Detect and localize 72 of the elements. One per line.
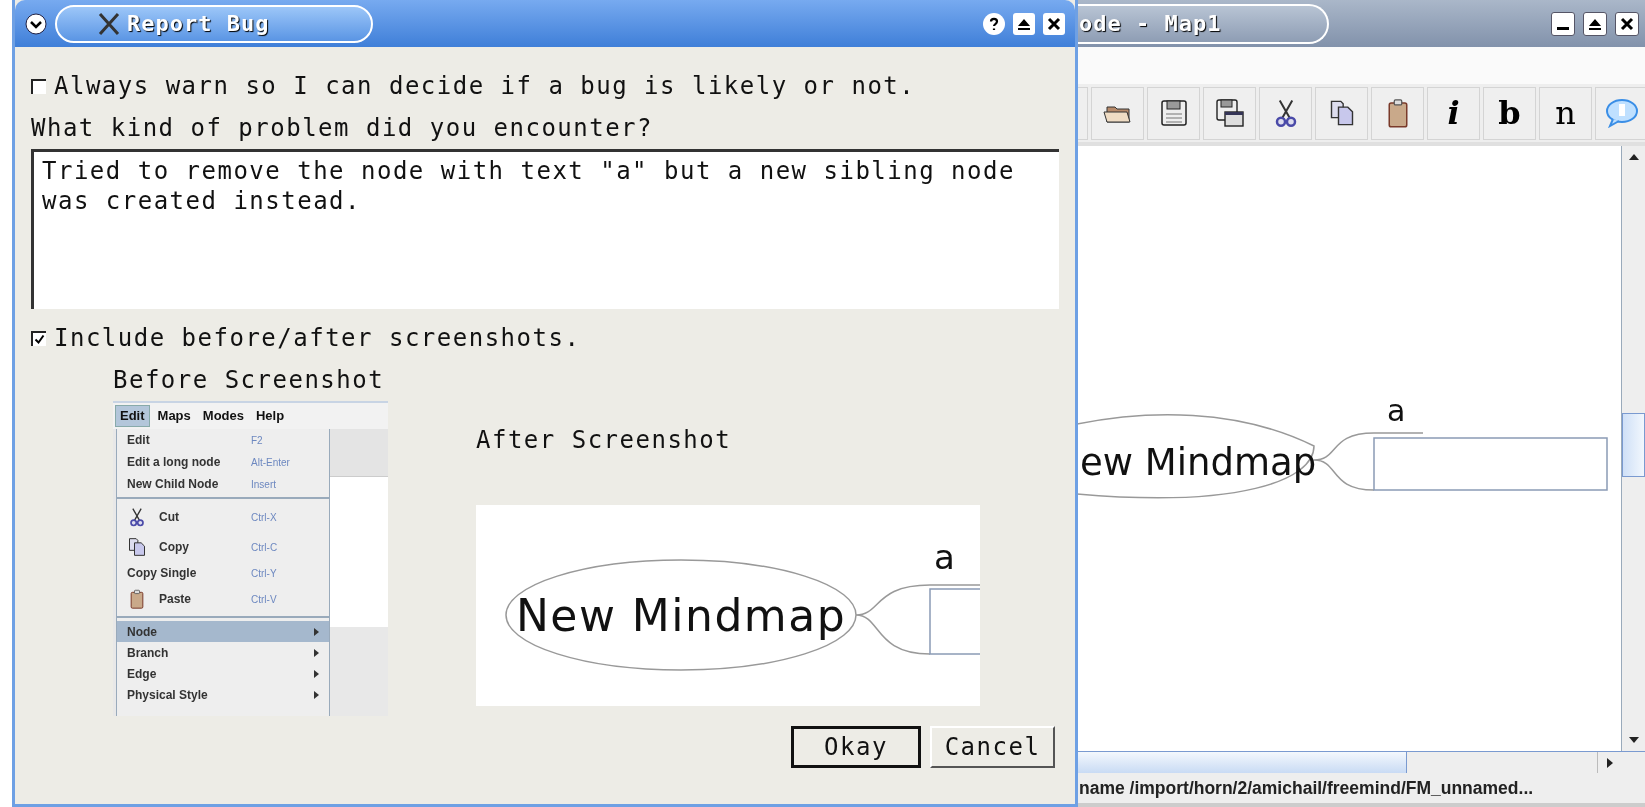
x-logo-icon [97,11,121,36]
window-title: ode - Map1 [1079,10,1222,38]
submenu-item[interactable]: Branch [117,642,329,663]
scrollbar-thumb[interactable] [1622,413,1645,477]
scissors-icon [127,507,147,527]
submenu-arrow-icon [314,690,319,699]
menu-item[interactable]: Copy Ctrl-C [117,532,329,562]
shortcut-label: Alt-Enter [251,455,291,470]
checkbox[interactable] [31,78,46,94]
checkbox[interactable] [31,330,46,346]
maximize-icon[interactable] [1013,12,1035,35]
submenu-item[interactable]: Physical Style [117,684,329,705]
window-menu-icon[interactable] [25,12,47,35]
after-screenshot-label: After Screenshot [476,425,733,455]
help-icon[interactable] [983,12,1005,35]
root-node: ew Mindmap [1077,414,1317,499]
shortcut-label: Ctrl-X [251,510,278,525]
menu-item[interactable]: New Child Node Insert [117,473,329,495]
toolbar-button[interactable] [1147,86,1200,140]
toolbar-button[interactable] [1371,86,1424,140]
menu-item[interactable]: Paste Ctrl-V [117,584,329,614]
toolbar-button[interactable] [1091,86,1144,140]
floppy-disk-window-icon [1214,98,1245,128]
speech-bubble-icon [1604,98,1639,128]
scrollbar-thumb[interactable] [1077,752,1407,773]
menu-item[interactable]: Edit a long node Alt-Enter [117,451,329,473]
toolbar-button[interactable] [1315,86,1368,140]
horizontal-scrollbar[interactable] [1077,751,1645,773]
toolbar-button[interactable]: b [1483,86,1536,140]
close-icon[interactable] [1043,12,1065,35]
menu-title[interactable]: Modes [198,405,248,427]
window-title: Report Bug [127,10,270,38]
dialog-button[interactable]: Cancel [930,726,1055,768]
shortcut-label: Ctrl-V [251,592,278,607]
status-bar: name /import/horn/2/amichail/freemind/FM_unnamed... [1077,773,1645,807]
menu-title[interactable]: Maps [153,405,195,427]
menu-title[interactable]: Help [251,405,289,427]
shortcut-label: F2 [251,433,264,448]
before-screenshot-label: Before Screenshot [113,365,386,395]
menu-item[interactable]: Edit F2 [117,429,329,451]
scroll-down-arrow-icon[interactable] [1628,737,1639,743]
toolbar-button[interactable] [1259,86,1312,140]
shortcut-label: Insert [251,477,277,492]
prompt-label: What kind of problem did you encounter? [31,113,655,143]
root-node: New Mindmap [505,559,857,671]
node-text: a [934,537,957,577]
toolbar-button[interactable]: i [1427,86,1480,140]
submenu-arrow-icon [314,669,319,678]
submenu-arrow-icon [314,627,319,636]
toolbar-button[interactable]: n [1539,86,1592,140]
checkbox-label: Include before/after screenshots. [54,323,581,353]
menu-item[interactable]: Cut Ctrl-X [117,502,329,532]
scroll-up-arrow-icon[interactable] [1628,154,1639,160]
vertical-scrollbar[interactable] [1621,146,1645,751]
description-field[interactable]: Tried to remove the node with text "a" but a new sibling node was created instead. [31,149,1059,309]
scroll-right-arrow-icon[interactable] [1606,757,1613,768]
checkbox-label: Always warn so I can decide if a bug is likely or not. [54,71,916,101]
shortcut-label: Ctrl-C [251,540,279,555]
submenu-item[interactable]: Node [117,621,329,642]
menu-item[interactable]: Copy Single Ctrl-Y [117,562,329,584]
submenu-item[interactable]: Edge [117,663,329,684]
copy-icon [127,537,147,557]
check-icon [34,333,45,345]
submenu-arrow-icon [314,648,319,657]
menu-title[interactable]: Edit [115,405,150,427]
node-text: a [1387,393,1406,428]
close-icon[interactable] [1615,11,1639,36]
dialog-button[interactable]: Okay [791,726,921,768]
minimize-icon[interactable] [1551,11,1575,36]
shortcut-label: Ctrl-Y [251,566,278,581]
toolbar-button[interactable] [1203,86,1256,140]
maximize-icon[interactable] [1583,11,1607,36]
